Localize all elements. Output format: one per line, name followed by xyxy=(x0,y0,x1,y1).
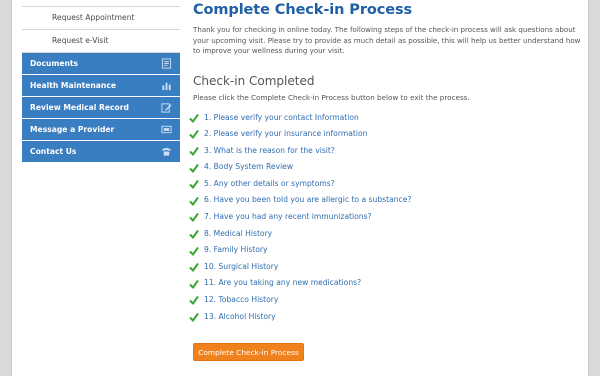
checkmark-icon xyxy=(189,146,199,156)
list-item: 11. Are you taking any new medications? xyxy=(189,275,588,292)
list-item: 12. Tobacco History xyxy=(189,292,588,309)
steps-list: 1. Please verify your contact Informatio… xyxy=(189,110,588,326)
step-link[interactable]: 12. Tobacco History xyxy=(204,292,278,309)
step-link[interactable]: 5. Any other details or symptoms? xyxy=(204,176,335,193)
step-link[interactable]: 4. Body System Review xyxy=(204,159,293,176)
sidebar-item-request-evisit[interactable]: Request e-Visit xyxy=(22,30,180,53)
checkmark-icon xyxy=(189,113,199,123)
checkmark-icon xyxy=(189,212,199,223)
checkmark-icon xyxy=(189,196,199,206)
step-link[interactable]: 8. Medical History xyxy=(204,226,272,243)
checkmark-icon xyxy=(189,179,199,190)
bar-chart-icon xyxy=(161,80,172,91)
step-link[interactable]: 1. Please verify your contact Informatio… xyxy=(204,110,359,127)
sidebar-item-documents[interactable]: Documents xyxy=(22,53,180,75)
step-link[interactable]: 7. Have you had any recent immunizations… xyxy=(204,209,372,226)
sidebar-item-label: Message a Provider xyxy=(30,125,115,134)
complete-checkin-button[interactable]: Complete Check-in Process xyxy=(193,343,304,361)
sidebar: Request Appointment Request e-Visit Docu… xyxy=(22,0,180,163)
checkmark-icon xyxy=(189,129,199,140)
list-item: 9. Family History xyxy=(189,242,588,259)
sidebar-item-label: Contact Us xyxy=(30,147,77,156)
page-title: Complete Check-in Process xyxy=(193,2,413,18)
checkmark-icon xyxy=(189,246,199,256)
list-item: 6. Have you been told you are allergic t… xyxy=(189,192,588,209)
checkmark-icon xyxy=(189,279,199,289)
list-item: 8. Medical History xyxy=(189,226,588,243)
page: Request Appointment Request e-Visit Docu… xyxy=(12,0,588,376)
list-item: 5. Any other details or symptoms? xyxy=(189,176,588,193)
edit-icon xyxy=(161,102,172,113)
checkmark-icon xyxy=(189,262,199,273)
checkmark-icon xyxy=(189,163,199,173)
step-link[interactable]: 2. Please verify your insurance informat… xyxy=(204,126,367,143)
checkmark-icon xyxy=(189,295,199,306)
intro-text: Thank you for checking in online today. … xyxy=(193,25,581,55)
step-link[interactable]: 11. Are you taking any new medications? xyxy=(204,275,361,292)
sidebar-item-label: Review Medical Record xyxy=(30,103,129,112)
step-link[interactable]: 6. Have you been told you are allergic t… xyxy=(204,192,411,209)
checkmark-icon xyxy=(189,312,199,322)
list-item: 4. Body System Review xyxy=(189,159,588,176)
step-link[interactable]: 13. Alcohol History xyxy=(204,309,276,326)
section-title: Check-in Completed xyxy=(193,73,315,88)
main-content: Complete Check-in Process Thank you for … xyxy=(189,0,588,361)
step-link[interactable]: 3. What is the reason for the visit? xyxy=(204,143,335,160)
phone-icon xyxy=(161,146,172,157)
list-item: 13. Alcohol History xyxy=(189,309,588,326)
document-icon xyxy=(161,58,172,69)
checkmark-icon xyxy=(189,229,199,239)
sidebar-item-label: Health Maintenance xyxy=(30,81,116,90)
sidebar-item-label: Documents xyxy=(30,59,79,68)
section-instructions: Please click the Complete Check-in Proce… xyxy=(193,92,470,102)
list-item: 7. Have you had any recent immunizations… xyxy=(189,209,588,226)
list-item: 1. Please verify your contact Informatio… xyxy=(189,110,588,127)
step-link[interactable]: 10. Surgical History xyxy=(204,259,278,276)
sidebar-item-message-provider[interactable]: Message a Provider xyxy=(22,119,180,141)
step-link[interactable]: 9. Family History xyxy=(204,242,268,259)
list-item: 10. Surgical History xyxy=(189,259,588,276)
list-item: 3. What is the reason for the visit? xyxy=(189,143,588,160)
sidebar-item-contact-us[interactable]: Contact Us xyxy=(22,141,180,163)
list-item: 2. Please verify your insurance informat… xyxy=(189,126,588,143)
sidebar-item-request-appointment[interactable]: Request Appointment xyxy=(22,6,180,30)
sidebar-item-review-medical-record[interactable]: Review Medical Record xyxy=(22,97,180,119)
message-icon xyxy=(161,124,172,135)
sidebar-item-health-maintenance[interactable]: Health Maintenance xyxy=(22,75,180,97)
